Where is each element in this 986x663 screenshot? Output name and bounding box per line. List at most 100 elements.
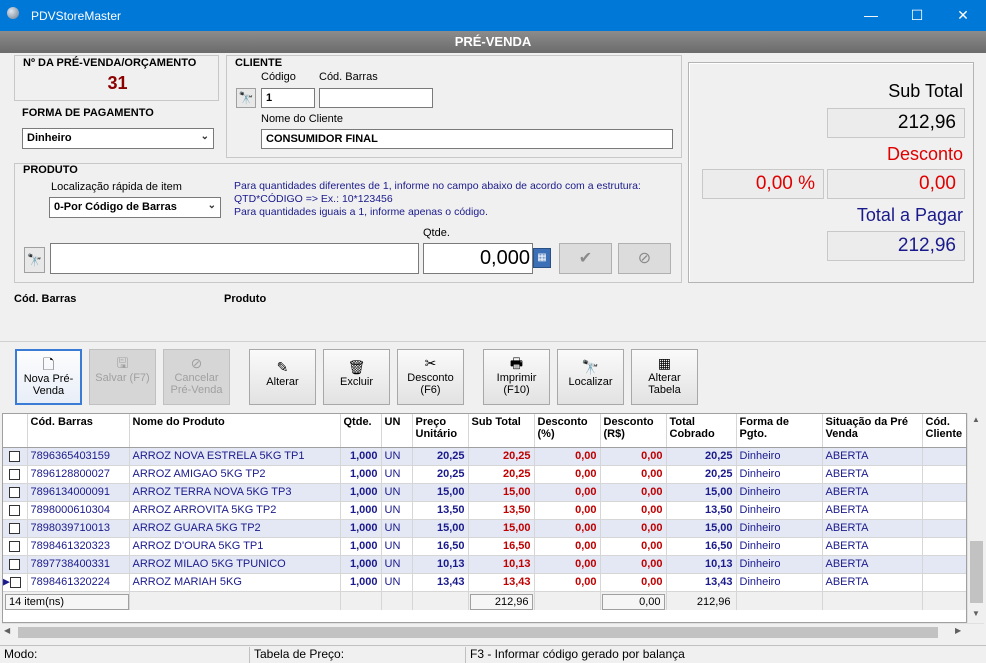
table-cell: Dinheiro (736, 555, 823, 574)
vertical-scrollbar[interactable]: ▲ ▼ (967, 413, 984, 623)
items-table: Cód. Barras Nome do Produto Qtde. UN Preço U… (3, 414, 966, 610)
table-row[interactable]: 7898000610304 ARROZ ARROVITA 5KG TP2 1,000… (3, 501, 966, 520)
horizontal-scrollbar[interactable]: ◀ ▶ (2, 623, 984, 640)
table-cell: 20,25 (412, 465, 469, 484)
table-cell: 0,00 (534, 501, 601, 520)
table-cell: 13,43 (412, 573, 469, 592)
change-table-button[interactable]: ▦ Alterar Tabela (631, 349, 698, 405)
print-button[interactable]: 🖶 Imprimir (F10) (483, 349, 550, 405)
column-header[interactable]: Situação da Pré Venda (822, 414, 923, 448)
table-cell: ARROZ MARIAH 5KG (129, 573, 341, 592)
product-search-input[interactable] (50, 243, 419, 274)
column-header[interactable]: Desconto (%) (534, 414, 601, 448)
row-checkbox[interactable] (9, 576, 21, 588)
grid-footer-row: 14 item(ns) 212,96 0,00 212,96 (3, 591, 966, 610)
grid-header-row: Cód. Barras Nome do Produto Qtde. UN Preço U… (3, 414, 966, 448)
table-row[interactable]: 7898461320323 ARROZ D'OURA 5KG TP1 1,000 UN… (3, 537, 966, 556)
binoculars-icon[interactable]: 🔭 (236, 88, 256, 108)
scroll-right-icon[interactable]: ▶ (955, 626, 961, 635)
column-header[interactable]: Qtde. (340, 414, 382, 448)
help-line-2: QTD*CÓDIGO => Ex.: 10*123456 (234, 193, 393, 205)
row-checkbox[interactable] (9, 558, 21, 570)
table-row[interactable]: 7896128800027 ARROZ AMIGAO 5KG TP2 1,000 UN… (3, 465, 966, 484)
help-line-3: Para quantidades iguais a 1, informe ape… (234, 206, 488, 218)
quick-search-select[interactable]: 0-Por Código de Barras ⌄ (49, 197, 221, 218)
calculator-icon[interactable]: ▦ (533, 248, 551, 268)
edit-button[interactable]: ✎ Alterar (249, 349, 316, 405)
vertical-scroll-thumb[interactable] (970, 541, 983, 603)
client-name-input[interactable]: CONSUMIDOR FINAL (261, 129, 673, 149)
horizontal-scroll-thumb[interactable] (18, 627, 938, 638)
printer-icon: 🖶 (509, 355, 524, 371)
subtotal-label: Sub Total (888, 81, 963, 101)
column-header[interactable]: Sub Total (468, 414, 535, 448)
column-header[interactable]: Desconto (R$) (600, 414, 667, 448)
scroll-down-icon[interactable]: ▼ (968, 609, 984, 618)
table-cell: UN (381, 465, 413, 484)
row-selector[interactable] (3, 465, 28, 484)
row-checkbox[interactable] (9, 450, 21, 462)
search-button[interactable]: 🔭 Localizar (557, 349, 624, 405)
table-cell: 20,25 (412, 447, 469, 466)
items-grid[interactable]: Cód. Barras Nome do Produto Qtde. UN Preço U… (2, 413, 967, 623)
row-checkbox[interactable] (9, 486, 21, 498)
table-cell: 0,00 (534, 537, 601, 556)
table-row[interactable]: ▶ 7898461320224 ARROZ MARIAH 5KG 1,000 UN 13,… (3, 573, 966, 592)
row-checkbox[interactable] (9, 504, 21, 516)
cancel-item-button[interactable]: ⊘ (618, 243, 671, 274)
client-barcode-input[interactable] (319, 88, 433, 108)
table-cell: 10,13 (666, 555, 737, 574)
row-selector[interactable] (3, 519, 28, 538)
table-cell: 0,00 (534, 573, 601, 592)
barcode-caption: Cód. Barras (14, 293, 77, 305)
row-checkbox[interactable] (9, 540, 21, 552)
scroll-up-icon[interactable]: ▲ (968, 415, 984, 424)
discount-value[interactable]: 0,00 (827, 169, 965, 199)
table-row[interactable]: 7896365403159 ARROZ NOVA ESTRELA 5KG TP1 1… (3, 447, 966, 466)
column-header[interactable]: Nome do Produto (129, 414, 341, 448)
chevron-down-icon: ⌄ (200, 131, 209, 142)
table-cell: UN (381, 483, 413, 502)
row-selector[interactable] (3, 447, 28, 466)
column-header[interactable]: UN (381, 414, 413, 448)
maximize-button[interactable]: ☐ (894, 0, 940, 31)
discount-percent[interactable]: 0,00 % (702, 169, 824, 199)
column-header[interactable]: Cód. Barras (27, 414, 130, 448)
prevenda-label: Nº DA PRÉ-VENDA/ORÇAMENTO (23, 57, 197, 69)
table-row[interactable]: 7897738400331 ARROZ MILAO 5KG TPUNICO 1,00… (3, 555, 966, 574)
product-label: PRODUTO (23, 164, 78, 176)
total-value: 212,96 (827, 231, 965, 261)
minimize-button[interactable]: — (848, 0, 894, 31)
column-header[interactable]: Total Cobrado (666, 414, 737, 448)
save-button[interactable]: 🖫 Salvar (F7) (89, 349, 156, 405)
table-cell: ABERTA (822, 555, 923, 574)
column-header[interactable]: Forma de Pgto. (736, 414, 823, 448)
table-cell: 0,00 (534, 465, 601, 484)
scroll-left-icon[interactable]: ◀ (4, 626, 10, 635)
qty-input[interactable]: 0,000 (423, 243, 533, 274)
table-cell: ARROZ GUARA 5KG TP2 (129, 519, 341, 538)
quick-search-label: Localização rápida de item (51, 181, 182, 193)
row-checkbox[interactable] (9, 468, 21, 480)
new-prevenda-button[interactable]: 🗋 Nova Pré-Venda (15, 349, 82, 405)
close-button[interactable]: ✕ (940, 0, 986, 31)
column-header[interactable]: Preço Unitário (412, 414, 469, 448)
row-selector[interactable]: ▶ (3, 573, 28, 592)
table-row[interactable]: 7896134000091 ARROZ TERRA NOVA 5KG TP3 1,0… (3, 483, 966, 502)
table-row[interactable]: 7898039710013 ARROZ GUARA 5KG TP2 1,000 UN 1… (3, 519, 966, 538)
column-header[interactable]: Cód. Cliente (922, 414, 966, 448)
table-cell: 1,000 (340, 483, 382, 502)
row-checkbox[interactable] (9, 522, 21, 534)
row-selector[interactable] (3, 537, 28, 556)
client-code-input[interactable]: 1 (261, 88, 315, 108)
row-selector[interactable] (3, 501, 28, 520)
row-selector[interactable] (3, 555, 28, 574)
discount-button[interactable]: ✂ Desconto (F6) (397, 349, 464, 405)
row-selector[interactable] (3, 483, 28, 502)
binoculars-icon[interactable]: 🔭 (24, 247, 45, 273)
table-cell: 15,00 (468, 519, 535, 538)
payment-select[interactable]: Dinheiro ⌄ (22, 128, 214, 149)
delete-button[interactable]: 🗑 Excluir (323, 349, 390, 405)
confirm-button[interactable]: ✔ (559, 243, 612, 274)
cancel-prevenda-button[interactable]: ⊘ Cancelar Pré-Venda (163, 349, 230, 405)
